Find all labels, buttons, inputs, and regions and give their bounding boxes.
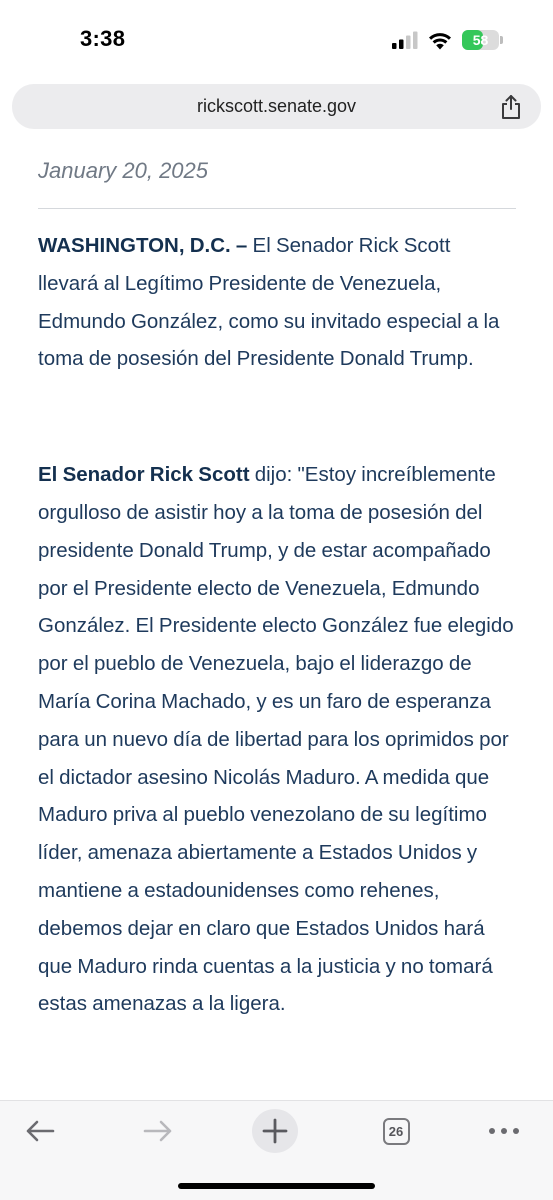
- address-bar[interactable]: rickscott.senate.gov: [12, 84, 541, 129]
- phone-screen: 3:38 58 rickscott.senate.gov January 20,…: [0, 0, 553, 1200]
- tabs-button[interactable]: 26: [376, 1115, 416, 1147]
- home-indicator: [178, 1183, 375, 1189]
- article-content: January 20, 2025 WASHINGTON, D.C. – El S…: [38, 150, 516, 1023]
- more-icon[interactable]: [488, 1127, 520, 1135]
- paragraph-quote: El Senador Rick Scott dijo: "Estoy incre…: [38, 456, 516, 1023]
- status-bar: 3:38 58: [0, 0, 553, 80]
- battery-indicator: 58: [462, 30, 503, 50]
- battery-icon: 58: [462, 30, 499, 50]
- forward-arrow-icon[interactable]: [142, 1119, 174, 1143]
- divider: [38, 208, 516, 209]
- article-date: January 20, 2025: [38, 158, 209, 183]
- back-button[interactable]: [20, 1115, 60, 1147]
- more-button[interactable]: [484, 1115, 524, 1147]
- share-icon[interactable]: [499, 94, 523, 120]
- status-icons: 58: [392, 30, 503, 50]
- wifi-icon: [429, 32, 451, 49]
- tabs-icon[interactable]: 26: [382, 1117, 410, 1145]
- paragraph-quote-text: dijo: "Estoy increíblemente orgulloso de…: [38, 463, 514, 1016]
- paragraph-intro: WASHINGTON, D.C. – El Senador Rick Scott…: [38, 227, 516, 378]
- new-tab-button[interactable]: [250, 1107, 300, 1155]
- speaker-name: El Senador Rick Scott: [38, 463, 250, 487]
- new-tab-plus-icon[interactable]: [251, 1108, 299, 1154]
- url-text[interactable]: rickscott.senate.gov: [12, 96, 541, 117]
- dateline: WASHINGTON, D.C. –: [38, 234, 248, 257]
- battery-level: 58: [472, 32, 489, 48]
- forward-button[interactable]: [138, 1115, 178, 1147]
- battery-tip: [500, 36, 503, 44]
- back-arrow-icon[interactable]: [24, 1119, 56, 1143]
- status-time: 3:38: [80, 26, 126, 51]
- cellular-signal-icon: [392, 31, 418, 49]
